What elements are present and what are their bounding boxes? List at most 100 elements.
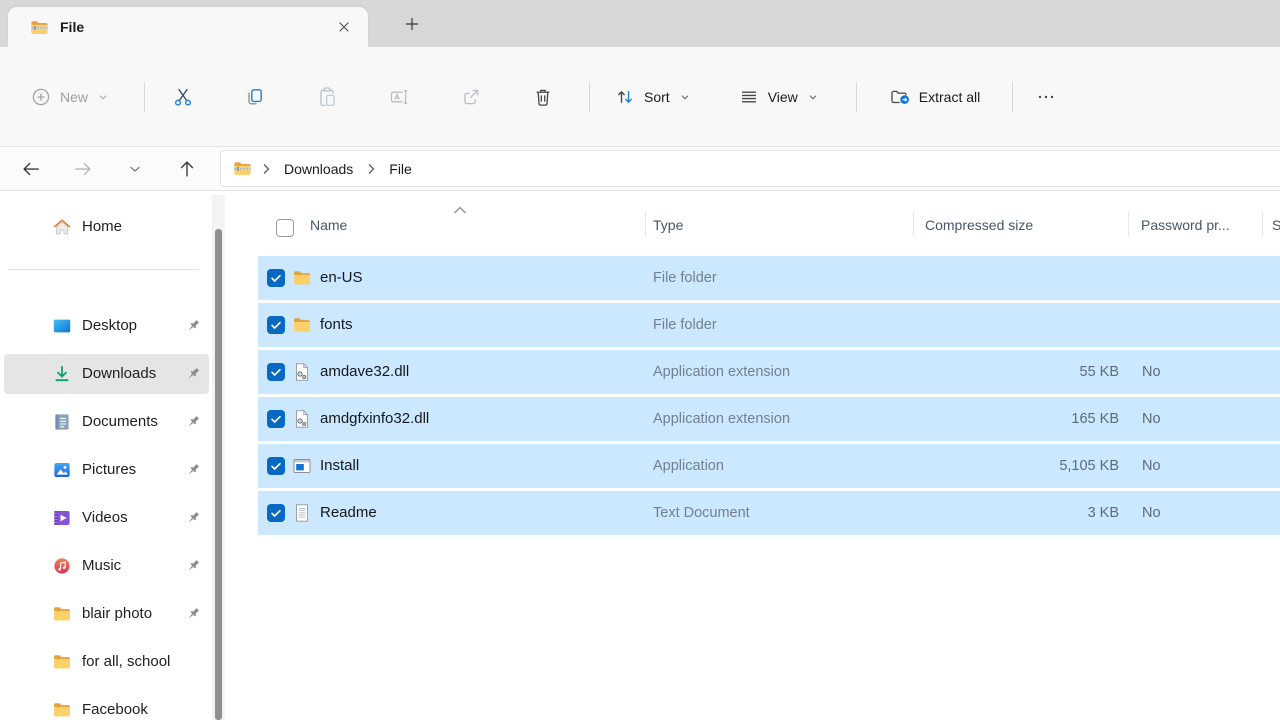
sidebar-item-facebook[interactable]: Facebook [4,690,209,720]
row-checkbox[interactable] [267,410,285,428]
row-checkbox[interactable] [267,269,285,287]
tab-close-button[interactable] [332,15,356,39]
view-lines-icon [738,86,760,108]
up-button[interactable] [172,154,202,184]
see-more-button[interactable] [1023,75,1069,119]
paste-icon [316,86,338,108]
desktop-icon [52,316,72,336]
sidebar-divider [8,269,199,270]
chevron-down-icon [127,161,143,177]
column-header-compressed-size[interactable]: Compressed size [925,217,1033,233]
folder-icon [292,268,312,288]
view-button-label: View [768,89,798,105]
tab-file[interactable]: File [8,7,368,47]
delete-button[interactable] [519,75,567,119]
sidebar-scrollbar[interactable] [212,195,225,720]
row-checkbox[interactable] [267,363,285,381]
column-header-size[interactable]: S [1272,217,1280,233]
file-compressed-size: 3 KB [918,491,1119,535]
file-name: en-US [320,256,363,300]
file-compressed-size: 5,105 KB [918,444,1119,488]
view-button[interactable]: View [728,75,830,119]
breadcrumb[interactable]: Downloads File [220,150,1280,187]
select-all-checkbox[interactable] [276,219,294,237]
plus-circle-icon [30,86,52,108]
sidebar-item-for-all-school[interactable]: for all, school [4,642,209,682]
column-separator[interactable] [913,211,914,237]
column-header-password-protected[interactable]: Password pr... [1141,217,1230,233]
sidebar-item-desktop[interactable]: Desktop [4,306,209,346]
sidebar-item-pictures[interactable]: Pictures [4,450,209,490]
breadcrumb-item-file[interactable]: File [385,157,416,181]
sidebar-item-documents[interactable]: Documents [4,402,209,442]
file-type: Application extension [653,350,790,394]
chevron-down-icon [678,90,692,104]
copy-button[interactable] [231,75,279,119]
new-tab-button[interactable] [398,11,426,37]
music-icon [52,556,72,576]
recent-locations-button[interactable] [120,154,150,184]
new-button-label: New [60,89,88,105]
sidebar-item-videos[interactable]: Videos [4,498,209,538]
file-list: Name Type Compressed size Password pr...… [228,191,1280,720]
new-button[interactable]: New [20,75,120,119]
clipboard-actions [159,75,567,119]
file-row-install[interactable]: Install Application 5,105 KB No [258,444,1280,488]
column-separator[interactable] [1262,211,1263,237]
sidebar-item-music[interactable]: Music [4,546,209,586]
cut-button[interactable] [159,75,207,119]
rename-icon [388,86,410,108]
sidebar-item-home[interactable]: Home [4,207,209,247]
folder-icon [292,315,312,335]
column-separator[interactable] [1128,211,1129,237]
file-row-amdave32-dll[interactable]: amdave32.dll Application extension 55 KB… [258,350,1280,394]
sort-button[interactable]: Sort [604,75,702,119]
pin-icon [185,606,201,622]
command-toolbar: New [0,47,1280,146]
file-row-en-us[interactable]: en-US File folder [258,256,1280,300]
tab-bar: File [0,0,1280,47]
sidebar-item-blair-photo[interactable]: blair photo [4,594,209,634]
file-compressed-size: 165 KB [918,397,1119,441]
file-password-protected: No [1142,491,1161,535]
file-rows: en-US File folder fonts File folder amda… [258,256,1280,538]
file-row-readme[interactable]: Readme Text Document 3 KB No [258,491,1280,535]
folder-icon [52,700,72,720]
toolbar-separator [856,82,857,112]
row-checkbox[interactable] [267,504,285,522]
file-row-fonts[interactable]: fonts File folder [258,303,1280,347]
extract-all-label: Extract all [919,89,980,105]
trash-icon [532,86,554,108]
column-separator[interactable] [645,211,646,237]
folder-icon [52,652,72,672]
sort-button-label: Sort [644,89,670,105]
row-checkbox[interactable] [267,457,285,475]
breadcrumb-item-downloads[interactable]: Downloads [280,157,357,181]
file-password-protected: No [1142,397,1161,441]
file-row-amdgfxinfo32-dll[interactable]: amdgfxinfo32.dll Application extension 1… [258,397,1280,441]
downloads-icon [52,364,72,384]
sidebar-item-downloads[interactable]: Downloads [4,354,209,394]
column-header-name[interactable]: Name [310,217,347,233]
column-header-type[interactable]: Type [653,217,683,233]
paste-button[interactable] [303,75,351,119]
text-icon [292,503,312,523]
back-button[interactable] [16,154,46,184]
videos-icon [52,508,72,528]
toolbar-separator [144,82,145,112]
share-button[interactable] [447,75,495,119]
extract-all-button[interactable]: Extract all [879,75,990,119]
copy-icon [244,86,266,108]
extract-folder-icon [889,86,911,108]
pin-icon [185,318,201,334]
forward-button[interactable] [68,154,98,184]
row-checkbox[interactable] [267,316,285,334]
sidebar-scrollbar-thumb[interactable] [215,229,222,720]
rename-button[interactable] [375,75,423,119]
navigation-buttons [16,147,202,191]
application-icon [292,456,312,476]
tab-title: File [60,19,84,35]
file-password-protected: No [1142,350,1161,394]
chevron-down-icon [96,90,110,104]
sort-ascending-icon [452,204,468,216]
